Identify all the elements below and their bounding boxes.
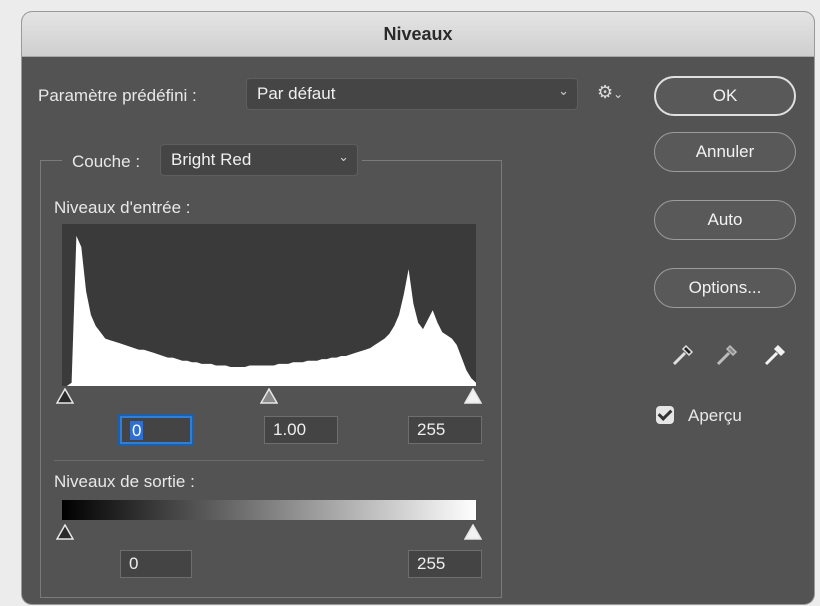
input-black-field[interactable]: 0 — [120, 416, 192, 444]
output-gradient-bar — [62, 500, 476, 520]
ok-button[interactable]: OK — [654, 76, 796, 116]
dialog-title: Niveaux — [383, 24, 453, 44]
input-white-field[interactable]: 255 — [408, 416, 482, 444]
auto-button[interactable]: Auto — [654, 200, 796, 240]
channel-select[interactable]: Bright Red ⌄ — [160, 144, 358, 176]
gear-icon[interactable]: ⚙⌄ — [597, 82, 623, 103]
input-gamma-field[interactable]: 1.00 — [264, 416, 338, 444]
preview-label: Aperçu — [688, 406, 742, 425]
output-white-field[interactable]: 255 — [408, 550, 482, 578]
histogram-area — [62, 235, 476, 386]
divider — [54, 460, 484, 461]
preset-value: Par défaut — [257, 84, 336, 103]
channel-label: Couche : — [72, 152, 141, 171]
levels-dialog: Niveaux Paramètre prédéfini : Par défaut… — [22, 12, 814, 604]
input-black-value: 0 — [130, 421, 144, 440]
eyedropper-black-icon[interactable] — [670, 342, 696, 368]
input-white-slider[interactable] — [464, 388, 482, 404]
input-black-slider[interactable] — [56, 388, 74, 404]
chevron-down-icon: ⌄ — [558, 83, 569, 98]
preset-label: Paramètre prédéfini : — [38, 86, 197, 105]
preview-checkbox[interactable] — [656, 406, 674, 424]
channel-value: Bright Red — [171, 150, 252, 169]
cancel-button[interactable]: Annuler — [654, 132, 796, 172]
chevron-down-icon: ⌄ — [338, 149, 349, 164]
title-bar: Niveaux — [22, 12, 814, 57]
input-levels-label: Niveaux d'entrée : — [54, 198, 191, 217]
histogram — [62, 224, 476, 386]
preset-select[interactable]: Par défaut ⌄ — [246, 78, 578, 110]
histogram-graph — [62, 235, 476, 386]
output-white-slider[interactable] — [464, 524, 482, 540]
eyedropper-white-icon[interactable] — [762, 342, 788, 368]
output-black-slider[interactable] — [56, 524, 74, 540]
output-black-field[interactable]: 0 — [120, 550, 192, 578]
eyedropper-gray-icon[interactable] — [714, 342, 740, 368]
input-gamma-slider[interactable] — [260, 388, 278, 404]
options-button[interactable]: Options... — [654, 268, 796, 308]
output-levels-label: Niveaux de sortie : — [54, 472, 195, 491]
